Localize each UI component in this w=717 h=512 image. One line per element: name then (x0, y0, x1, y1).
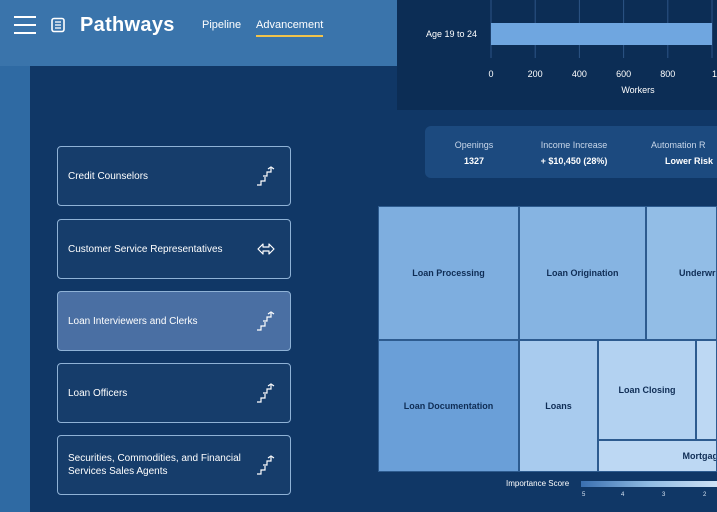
tile-label: Mortgag (682, 451, 717, 461)
tile-label: Loan Closing (618, 385, 676, 395)
occupation-label: Securities, Commodities, and Financial S… (68, 453, 241, 477)
treemap-tile[interactable]: Underwri (646, 206, 717, 340)
occupation-card[interactable]: Credit Counselors (57, 146, 291, 206)
treemap-tile[interactable]: Loans (519, 340, 598, 472)
left-strip (0, 66, 30, 512)
skills-treemap: Loan Processing Loan Origination Underwr… (378, 206, 717, 472)
treemap-tile[interactable]: Loan Closing (598, 340, 696, 440)
advance-up-icon (257, 166, 275, 186)
x-tick-label: 0 (488, 69, 493, 79)
app-title: Pathways (80, 14, 175, 36)
hamburger-menu-icon[interactable] (14, 16, 36, 34)
occupation-label: Credit Counselors (68, 170, 149, 182)
occupation-card[interactable]: Loan Interviewers and Clerks (57, 291, 291, 351)
nav-advancement[interactable]: Advancement (256, 19, 324, 37)
occupation-label: Loan Interviewers and Clerks (68, 315, 198, 327)
nav-pipeline[interactable]: Pipeline (202, 19, 241, 31)
legend-title: Importance Score (506, 479, 570, 488)
treemap-tile[interactable]: Loan Documentation (378, 340, 519, 472)
tile-label: Underwri (678, 268, 717, 278)
stat-label: Income Increase (540, 140, 608, 150)
treemap-tile[interactable]: Loan Origination (519, 206, 646, 340)
stat-label: Automation R (651, 140, 706, 150)
age-workers-chart: 0 200 400 600 800 100 Age 19 to 24 Workers (397, 0, 717, 110)
stat-value: Lower Risk (665, 156, 714, 166)
bar-age-19-to-24[interactable] (491, 23, 712, 45)
x-tick-label: 600 (616, 69, 631, 79)
treemap-tile[interactable]: Loan Processing (378, 206, 519, 340)
x-tick-label: 100 (712, 69, 717, 79)
advance-up-icon (257, 455, 275, 475)
occupation-label: Customer Service Representatives (68, 243, 223, 255)
stat-value: + $10,450 (28%) (540, 156, 608, 166)
treemap-tile[interactable]: Mortgag (598, 440, 717, 472)
tile-label: Loan Origination (546, 268, 619, 278)
legend-tick: 2 (703, 492, 707, 498)
treemap-tile[interactable] (696, 340, 717, 440)
stat-openings: Openings 1327 (447, 140, 501, 166)
x-tick-label: 200 (528, 69, 543, 79)
y-category-label: Age 19 to 24 (426, 29, 477, 39)
occupation-label: Loan Officers (68, 387, 128, 399)
stat-automation-risk: Automation R Lower Risk (651, 140, 717, 166)
occupation-card[interactable]: Customer Service Representatives (57, 219, 291, 279)
legend-tick: 5 (582, 492, 586, 498)
age-chart-svg: 0 200 400 600 800 100 Age 19 to 24 Workers (426, 0, 717, 95)
stat-income-increase: Income Increase + $10,450 (28%) (529, 140, 619, 166)
lateral-arrows-icon (257, 243, 275, 255)
legend-tick: 3 (662, 492, 666, 498)
x-tick-label: 400 (572, 69, 587, 79)
legend-tick: 4 (621, 492, 625, 498)
stat-value: 1327 (463, 156, 485, 166)
stats-panel: Openings 1327 Income Increase + $10,450 … (425, 126, 717, 178)
advance-up-icon (257, 311, 275, 331)
importance-score-scale (581, 481, 717, 487)
occupation-card[interactable]: Securities, Commodities, and Financial S… (57, 435, 291, 495)
x-axis-label: Workers (621, 85, 655, 95)
book-icon (51, 17, 65, 33)
occupation-card[interactable]: Loan Officers (57, 363, 291, 423)
tile-label: Loans (545, 401, 572, 411)
advance-up-icon (257, 383, 275, 403)
x-tick-label: 800 (660, 69, 675, 79)
tile-label: Loan Documentation (403, 401, 494, 411)
stat-label: Openings (454, 140, 494, 150)
tile-label: Loan Processing (412, 268, 485, 278)
